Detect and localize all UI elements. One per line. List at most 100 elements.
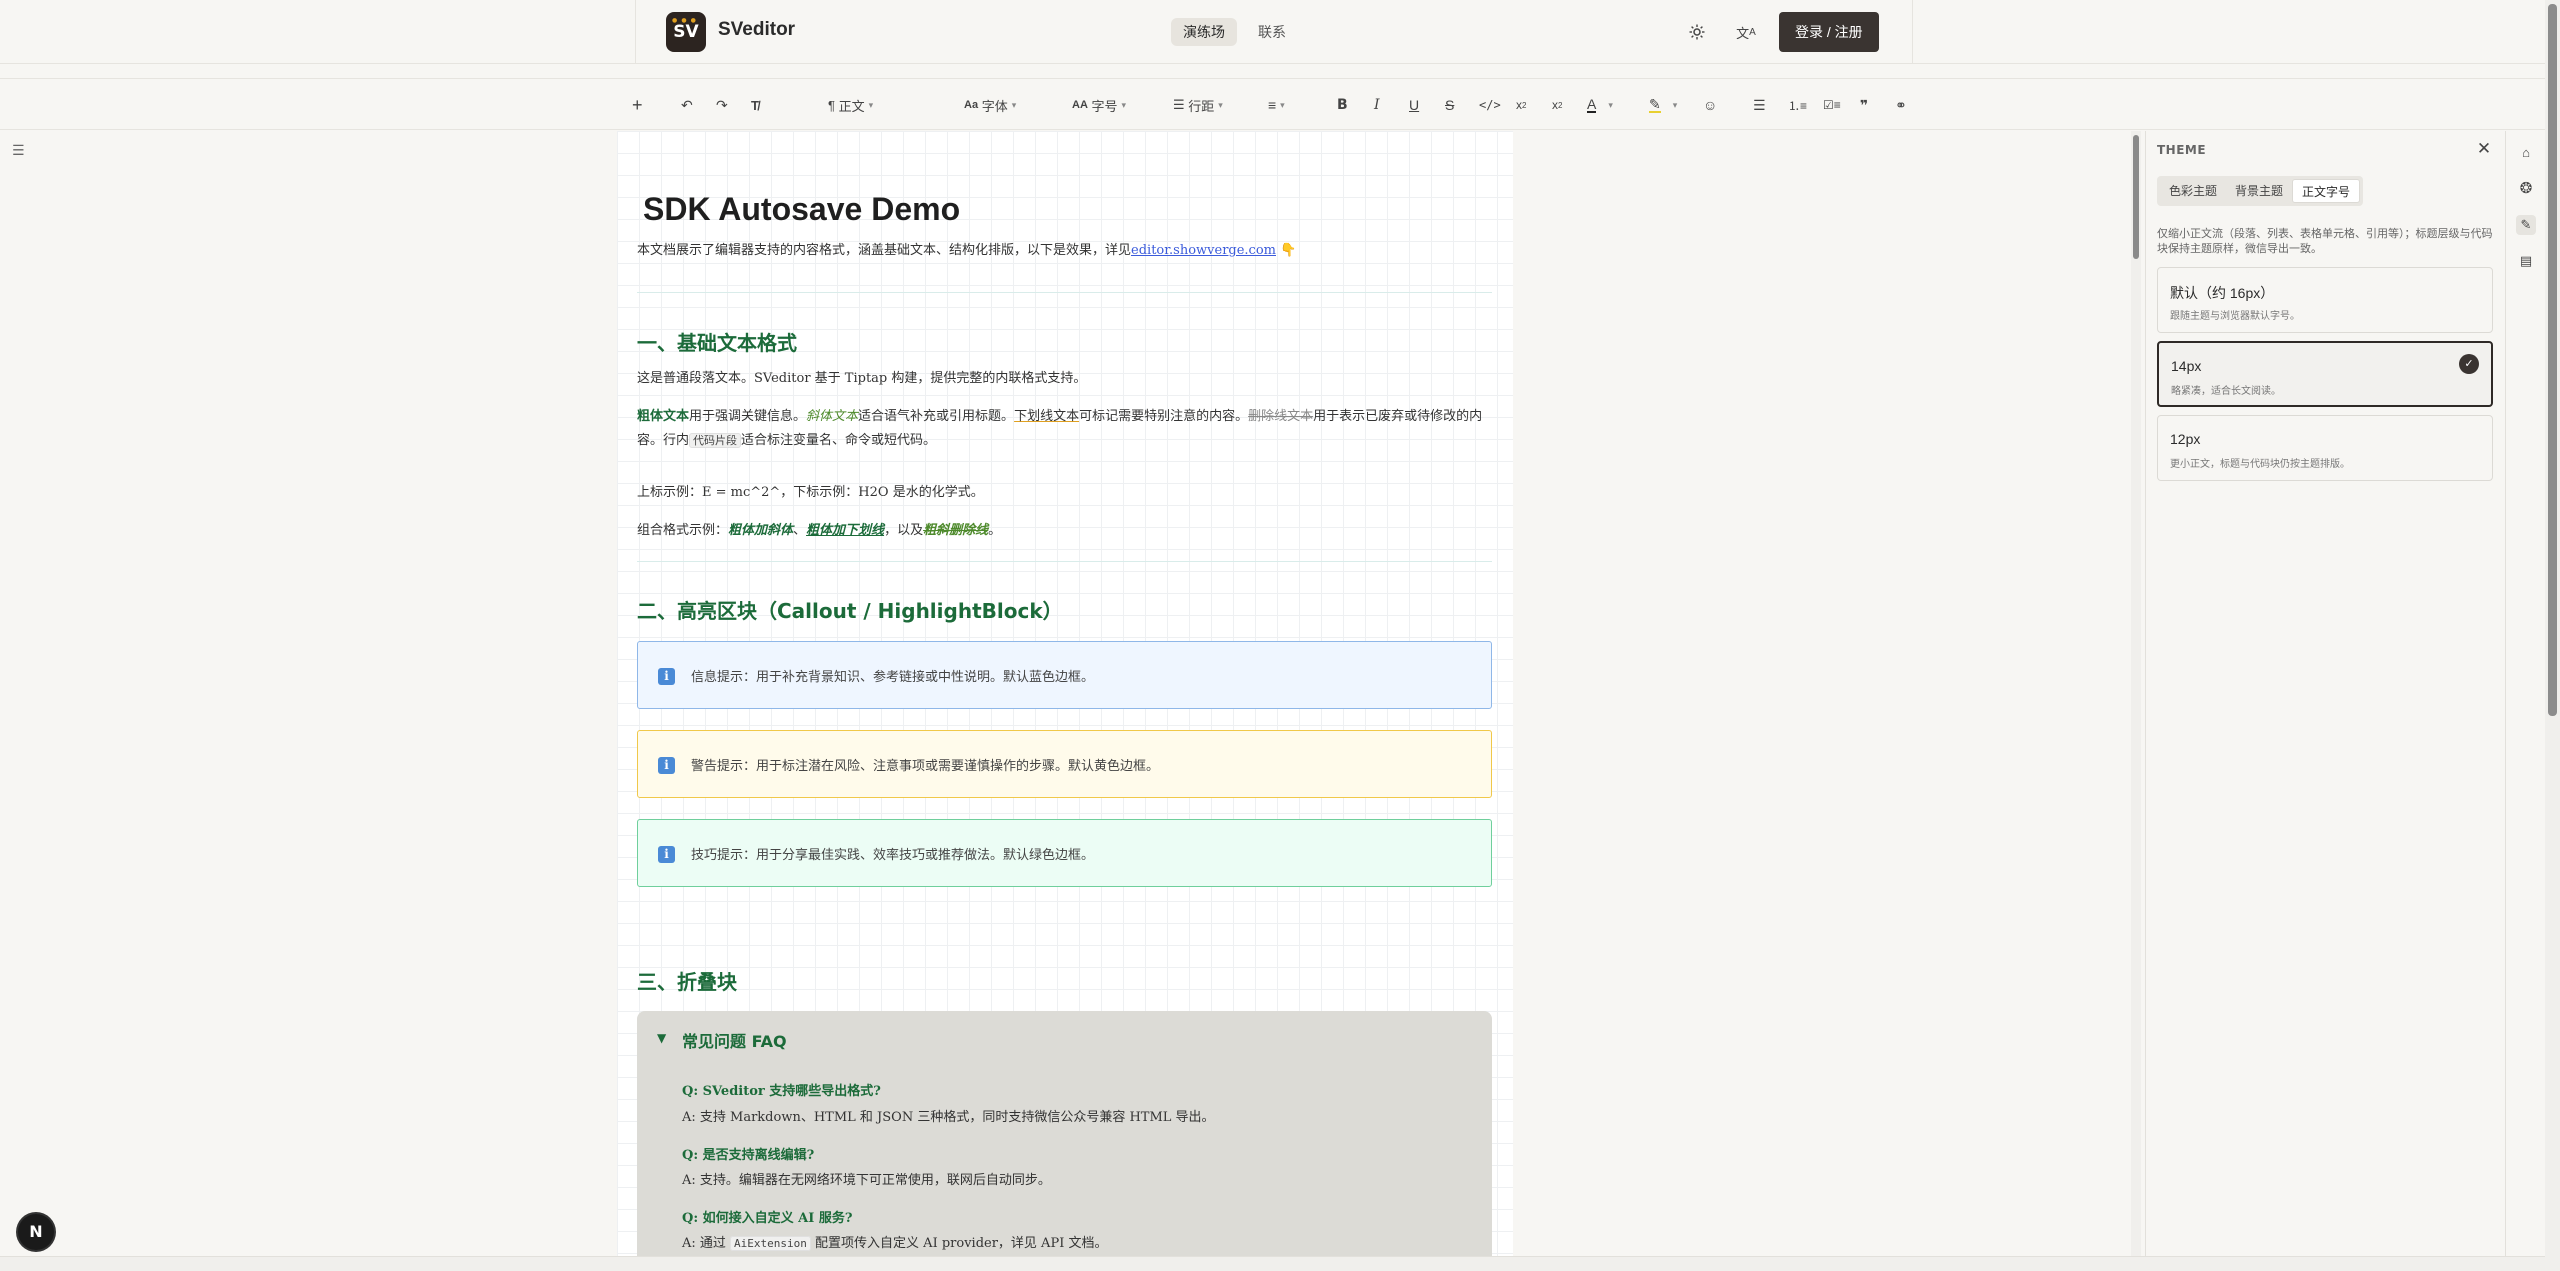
- callout-tip[interactable]: i 技巧提示：用于分享最佳实践、效率技巧或推荐做法。默认绿色边框。: [637, 819, 1492, 887]
- strike-text: 删除线文本: [1248, 409, 1314, 424]
- text-color-icon[interactable]: A ▾: [1587, 93, 1613, 117]
- nav-contact[interactable]: 联系: [1258, 18, 1286, 46]
- page-scrollbar[interactable]: [2545, 0, 2560, 1271]
- text-seg: 、: [793, 523, 807, 538]
- clear-format-icon[interactable]: T̸: [751, 93, 759, 117]
- text-seg: 配置项传入自定义 AI provider，详见 API 文档。: [815, 1236, 1108, 1251]
- bottom-scrollbar[interactable]: [0, 1256, 2545, 1271]
- text-seg: ，以及: [884, 523, 924, 538]
- option-sub: 略紧凑，适合长文阅读。: [2171, 386, 2281, 397]
- editor-paper[interactable]: SDK Autosave Demo 本文档展示了编辑器支持的内容格式，涵盖基础文…: [617, 131, 1513, 1271]
- faq-answer: A: 支持 Markdown、HTML 和 JSON 三种格式，同时支持微信公众…: [682, 1110, 1215, 1125]
- logo[interactable]: ● ● ● SV: [666, 12, 706, 52]
- paragraph-select[interactable]: ¶ 正文 ▾: [828, 93, 873, 117]
- intro-paragraph[interactable]: 本文档展示了编辑器支持的内容格式，涵盖基础文本、结构化排版，以下是效果，详见ed…: [637, 239, 1492, 263]
- callout-warning[interactable]: i 警告提示：用于标注潜在风险、注意事项或需要谨慎操作的步骤。默认黄色边框。: [637, 730, 1492, 798]
- superscript-icon[interactable]: x2: [1516, 93, 1526, 117]
- font-prefix: Aa: [964, 99, 979, 111]
- align-icon[interactable]: ≡ ▾: [1268, 93, 1285, 117]
- tab-background-theme[interactable]: 背景主题: [2226, 179, 2292, 203]
- tab-body-font-size[interactable]: 正文字号: [2292, 179, 2361, 203]
- font-size-select[interactable]: AA 字号 ▾: [1072, 93, 1126, 117]
- font-select[interactable]: Aa 字体 ▾: [964, 93, 1016, 117]
- nav-playground[interactable]: 演练场: [1171, 18, 1237, 46]
- undo-icon[interactable]: ↶: [681, 93, 693, 117]
- page-scroll-thumb[interactable]: [2548, 4, 2557, 716]
- underline-icon[interactable]: U: [1409, 93, 1419, 117]
- callout-info-text: 信息提示：用于补充背景知识、参考链接或中性说明。默认蓝色边框。: [691, 670, 1095, 685]
- inline-code: AiExtension: [730, 1236, 811, 1251]
- openai-icon[interactable]: ❂: [2516, 179, 2536, 199]
- right-icon-rail: ⌂ ❂ ✎ ▤: [2505, 131, 2545, 1256]
- robot-icon[interactable]: ⌂: [2516, 143, 2536, 163]
- bold-italic-strike-text: 粗斜删除线: [923, 523, 989, 538]
- option-label: 12px: [2170, 431, 2201, 447]
- emoji-icon[interactable]: ☺: [1703, 93, 1717, 117]
- info-icon: i: [658, 846, 675, 863]
- paragraph-sup-sub[interactable]: 上标示例：E = mc^2^，下标示例：H2O 是水的化学式。: [637, 481, 1492, 505]
- panel-icon[interactable]: ▤: [2516, 251, 2536, 271]
- brand-name[interactable]: SVeditor: [718, 19, 795, 41]
- link-icon[interactable]: ⚭: [1895, 93, 1907, 117]
- bold-icon[interactable]: B: [1337, 93, 1348, 117]
- option-default-size[interactable]: 默认（约 16px） 跟随主题与浏览器默认字号。: [2157, 267, 2493, 333]
- bold-text: 粗体文本: [637, 409, 690, 424]
- fold-caret-icon[interactable]: ▼: [657, 1031, 666, 1045]
- underline-text: 下划线文本: [1014, 409, 1080, 424]
- heading-basic-format[interactable]: 一、基础文本格式: [637, 327, 797, 356]
- ordered-list-icon[interactable]: ⒈≡: [1788, 93, 1807, 117]
- translate-icon[interactable]: 文A: [1734, 20, 1758, 44]
- option-label: 默认（约 16px）: [2170, 285, 2275, 301]
- font-size-label: 字号: [1091, 98, 1118, 114]
- text-seg: 可标记需要特别注意的内容。: [1079, 409, 1249, 424]
- code-icon[interactable]: </>: [1479, 93, 1501, 117]
- heading-callout[interactable]: 二、高亮区块（Callout / HighlightBlock）: [637, 595, 1063, 624]
- option-sub: 更小正文，标题与代码块仍按主题排版。: [2170, 459, 2350, 470]
- sun-icon[interactable]: [1685, 20, 1709, 44]
- italic-text: 斜体文本: [806, 409, 859, 424]
- callout-info[interactable]: i 信息提示：用于补充背景知识、参考链接或中性说明。默认蓝色边框。: [637, 641, 1492, 709]
- option-sub: 跟随主题与浏览器默认字号。: [2170, 311, 2300, 322]
- intro-link[interactable]: editor.showverge.com: [1131, 243, 1276, 258]
- italic-icon[interactable]: I: [1374, 93, 1380, 117]
- paragraph-inline-formats[interactable]: 粗体文本用于强调关键信息。斜体文本适合语气补充或引用标题。下划线文本可标记需要特…: [637, 405, 1492, 453]
- text-seg: 。: [988, 523, 1002, 538]
- outline-toggle-icon[interactable]: ☰: [12, 142, 30, 160]
- fold-title[interactable]: 常见问题 FAQ: [682, 1028, 787, 1052]
- faq-question: Q: SVeditor 支持哪些导出格式?: [682, 1084, 881, 1099]
- strikethrough-icon[interactable]: S: [1445, 93, 1454, 117]
- highlight-icon[interactable]: ✎ ▾: [1649, 93, 1677, 117]
- plus-icon[interactable]: +: [632, 93, 643, 117]
- document-title[interactable]: SDK Autosave Demo: [643, 191, 960, 228]
- close-icon[interactable]: ✕: [2474, 139, 2494, 159]
- top-nav: ● ● ● SV SVeditor 演练场 联系 文A 登录 / 注册: [0, 0, 2560, 64]
- fold-block[interactable]: ▼ 常见问题 FAQ Q: SVeditor 支持哪些导出格式? A: 支持 M…: [637, 1011, 1492, 1271]
- logo-text: SV: [673, 22, 699, 42]
- paragraph-plain[interactable]: 这是普通段落文本。SVeditor 基于 Tiptap 构建，提供完整的内联格式…: [637, 367, 1492, 391]
- text-seg: 适合语气补充或引用标题。: [858, 409, 1015, 424]
- paragraph-combo[interactable]: 组合格式示例：粗体加斜体、粗体加下划线，以及粗斜删除线。: [637, 519, 1492, 543]
- option-label: 14px: [2171, 358, 2202, 374]
- brush-icon[interactable]: ✎: [2516, 215, 2536, 235]
- editor-scroll-thumb[interactable]: [2133, 135, 2139, 259]
- heading-fold[interactable]: 三、折叠块: [637, 966, 737, 995]
- editor-scrollbar[interactable]: [2131, 131, 2141, 1256]
- bullet-list-icon[interactable]: ☰: [1753, 93, 1766, 117]
- task-list-icon[interactable]: ☑≡: [1823, 93, 1841, 117]
- next-badge[interactable]: N: [18, 1214, 54, 1250]
- subscript-icon[interactable]: x2: [1552, 93, 1562, 117]
- quote-icon[interactable]: ❞: [1860, 93, 1868, 117]
- option-14px[interactable]: 14px 略紧凑，适合长文阅读。 ✓: [2157, 341, 2493, 407]
- bold-italic-text: 粗体加斜体: [728, 523, 794, 538]
- theme-panel-title: THEME: [2157, 143, 2207, 157]
- editor-toolbar: + ↶ ↷ T̸ ¶ 正文 ▾ Aa 字体 ▾ AA 字号 ▾ ☰ 行距 ▾ ≡ ▾ B …: [0, 78, 2545, 130]
- line-height-label: 行距: [1188, 98, 1215, 114]
- check-icon: ✓: [2459, 354, 2479, 374]
- line-height-select[interactable]: ☰ 行距 ▾: [1173, 93, 1223, 117]
- bold-underline-text: 粗体加下划线: [806, 523, 885, 538]
- tab-color-theme[interactable]: 色彩主题: [2160, 179, 2226, 203]
- login-button[interactable]: 登录 / 注册: [1779, 12, 1879, 52]
- option-12px[interactable]: 12px 更小正文，标题与代码块仍按主题排版。: [2157, 415, 2493, 481]
- redo-icon[interactable]: ↷: [716, 93, 728, 117]
- font-label: 字体: [981, 98, 1008, 114]
